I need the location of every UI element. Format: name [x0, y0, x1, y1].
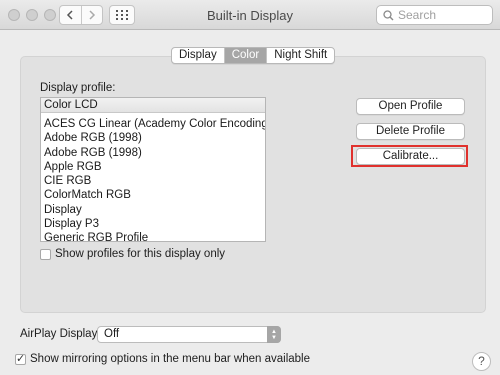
- search-input[interactable]: [398, 8, 488, 22]
- mirroring-label: Show mirroring options in the menu bar w…: [30, 353, 310, 365]
- profile-item[interactable]: ColorMatch RGB: [41, 188, 265, 202]
- profile-item[interactable]: Display: [41, 203, 265, 217]
- profile-item[interactable]: ACES CG Linear (Academy Color Encoding S…: [41, 117, 265, 131]
- profile-item[interactable]: Display P3: [41, 217, 265, 231]
- help-button[interactable]: ?: [472, 352, 491, 371]
- tab-display[interactable]: Display: [172, 48, 224, 63]
- airplay-label: AirPlay Display:: [20, 328, 101, 340]
- profile-item[interactable]: Generic RGB Profile: [41, 231, 265, 241]
- selected-profile[interactable]: Color LCD: [41, 98, 265, 113]
- airplay-value: Off: [104, 328, 120, 340]
- profile-list[interactable]: Color LCD ACES CG Linear (Academy Color …: [40, 97, 266, 242]
- open-profile-button[interactable]: Open Profile: [356, 98, 465, 115]
- profile-item[interactable]: CIE RGB: [41, 174, 265, 188]
- popup-arrows-icon: ▲ ▼: [267, 326, 281, 343]
- title-bar: Built-in Display: [0, 0, 500, 30]
- search-icon: [383, 9, 394, 20]
- tab-bar: Display Color Night Shift: [171, 47, 336, 64]
- profile-item[interactable]: Apple RGB: [41, 160, 265, 174]
- show-only-label: Show profiles for this display only: [55, 248, 226, 260]
- search-field[interactable]: [376, 5, 493, 25]
- profile-item[interactable]: Adobe RGB (1998): [41, 146, 265, 160]
- delete-profile-button[interactable]: Delete Profile: [356, 123, 465, 140]
- display-profile-label: Display profile:: [40, 82, 116, 94]
- profile-item[interactable]: Adobe RGB (1998): [41, 131, 265, 145]
- tab-night-shift[interactable]: Night Shift: [266, 48, 334, 63]
- airplay-select[interactable]: Off ▲ ▼: [97, 326, 281, 343]
- tab-color[interactable]: Color: [223, 48, 267, 63]
- show-only-checkbox[interactable]: [40, 249, 51, 260]
- calibrate-highlight-box: [351, 145, 468, 167]
- mirroring-checkbox[interactable]: [15, 352, 26, 365]
